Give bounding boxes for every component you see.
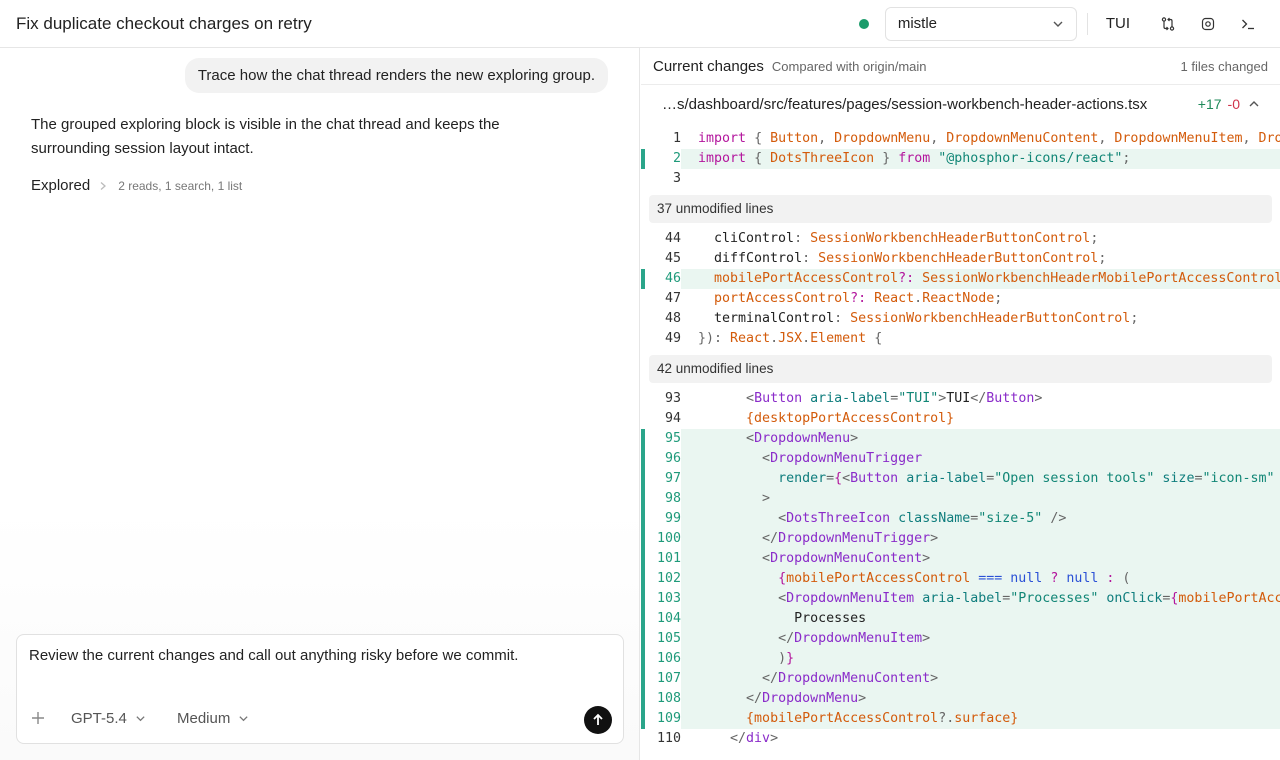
explored-summary: 2 reads, 1 search, 1 list	[118, 178, 243, 193]
effort-select[interactable]: Medium	[177, 710, 249, 727]
terminal-icon[interactable]	[1240, 16, 1256, 32]
chevron-down-icon	[239, 716, 248, 722]
diff-line: 93 <Button aria-label="TUI">TUI</Button>	[664, 391, 1043, 406]
files-changed-count: 1 files changed	[1180, 58, 1268, 74]
header-divider	[1086, 12, 1088, 35]
explored-label: Explored	[31, 177, 91, 194]
chevron-right-icon	[100, 181, 107, 190]
diff-pane: Current changes Compared with origin/mai…	[641, 48, 1280, 760]
diff-line-added: 99 <DotsThreeIcon className="size-5" />	[641, 509, 1280, 529]
diff-line: 45 diffControl: SessionWorkbenchHeaderBu…	[664, 251, 1107, 266]
diff-line-added: 109 {mobilePortAccessControl?.surface}	[641, 709, 1280, 729]
diff-line-added: 108 </DropdownMenu>	[641, 689, 1280, 709]
diff-line-added: 96 <DropdownMenuTrigger	[641, 449, 1280, 469]
prompt-input[interactable]: Review the current changes and call out …	[29, 647, 609, 697]
branch-select[interactable]: mistle	[884, 6, 1077, 41]
send-button[interactable]	[584, 706, 612, 734]
explored-group[interactable]: Explored 2 reads, 1 search, 1 list	[31, 177, 242, 194]
assistant-message: The grouped exploring block is visible i…	[31, 116, 500, 157]
diff-line-added: 106 )}	[641, 649, 1280, 669]
diff-line-added: 104 Processes	[641, 609, 1280, 629]
effort-select-value: Medium	[177, 710, 231, 727]
diff-compare-base: Compared with origin/main	[771, 58, 927, 74]
top-bar: Fix duplicate checkout charges on retry …	[0, 0, 1280, 48]
diff-header: Current changes Compared with origin/mai…	[641, 48, 1280, 85]
diff-line: 3	[672, 171, 681, 186]
arrow-up-icon	[593, 713, 603, 725]
chat-pane: Trace how the chat thread renders the ne…	[0, 48, 640, 760]
diff-line-added: 95 <DropdownMenu>	[641, 429, 1280, 449]
chevron-down-icon	[136, 716, 145, 722]
additions-count: +17	[1197, 96, 1222, 112]
diff-line-added: 98 >	[641, 489, 1280, 509]
file-path: …s/dashboard/src/features/pages/session-…	[662, 95, 1148, 113]
model-select[interactable]: GPT-5.4	[71, 710, 146, 727]
diff-line-added: 107 </DropdownMenuContent>	[641, 669, 1280, 689]
file-header[interactable]: …s/dashboard/src/features/pages/session-…	[641, 86, 1280, 122]
composer: Review the current changes and call out …	[16, 634, 624, 744]
diff-line-added: 101 <DropdownMenuContent>	[641, 549, 1280, 569]
status-indicator	[858, 18, 869, 29]
gear-icon[interactable]	[1200, 16, 1216, 32]
branch-select-value: mistle	[897, 15, 937, 32]
diff-line-added: 105 </DropdownMenuItem>	[641, 629, 1280, 649]
diff-line: 1 import { Button, DropdownMenu, Dropdown…	[672, 131, 1280, 146]
user-message: Trace how the chat thread renders the ne…	[184, 58, 608, 93]
diff-line-added: 97 render={<Button aria-label="Open sess…	[641, 469, 1280, 489]
diff-line-added: 46 mobilePortAccessControl?: SessionWork…	[641, 269, 1280, 289]
unmodified-lines-fold[interactable]: 37 unmodified lines	[649, 195, 1272, 223]
git-compare-icon[interactable]	[1160, 16, 1176, 32]
diff-line-added: 2 import { DotsThreeIcon } from "@phospho…	[641, 149, 1280, 169]
chevron-down-icon	[1053, 21, 1063, 27]
plus-icon[interactable]	[31, 711, 45, 725]
session-title: Fix duplicate checkout charges on retry	[16, 13, 312, 33]
model-select-value: GPT-5.4	[71, 710, 127, 727]
diff-line: 47 portAccessControl?: React.ReactNode;	[664, 291, 1003, 306]
diff-line-added: 100 </DropdownMenuTrigger>	[641, 529, 1280, 549]
diff-code: 1 import { Button, DropdownMenu, Dropdown…	[641, 129, 1280, 749]
diff-line-added: 102 {mobilePortAccessControl === null ? …	[641, 569, 1280, 589]
diff-line: 49}): React.JSX.Element {	[664, 331, 883, 346]
diff-line-added: 103 <DropdownMenuItem aria-label="Proces…	[641, 589, 1280, 609]
deletions-count: -0	[1227, 96, 1240, 112]
diff-line: 48 terminalControl: SessionWorkbenchHead…	[664, 311, 1139, 326]
chevron-up-icon[interactable]	[1248, 98, 1260, 110]
unmodified-lines-fold[interactable]: 42 unmodified lines	[649, 355, 1272, 383]
diff-line: 110 </div>	[656, 731, 779, 746]
tui-button[interactable]: TUI	[1102, 15, 1134, 32]
diff-line: 44 cliControl: SessionWorkbenchHeaderBut…	[664, 231, 1099, 246]
diff-title: Current changes	[653, 57, 764, 75]
diff-line: 94 {desktopPortAccessControl}	[664, 411, 955, 426]
